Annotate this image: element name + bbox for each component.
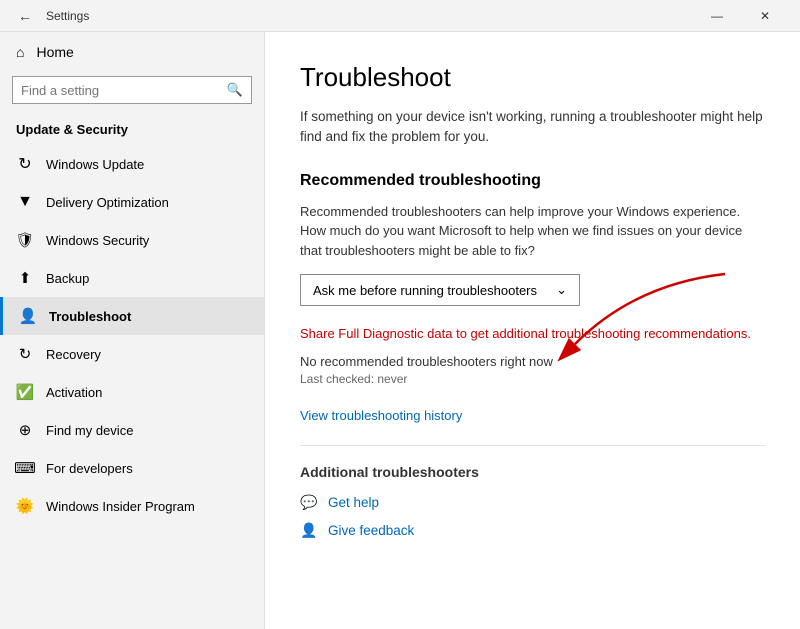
page-title: Troubleshoot <box>300 62 765 93</box>
diagnostic-data-link[interactable]: Share Full Diagnostic data to get additi… <box>300 326 751 341</box>
sidebar-item-label: Delivery Optimization <box>46 195 169 210</box>
page-description: If something on your device isn't workin… <box>300 107 765 148</box>
sidebar-item-for-developers[interactable]: ⌨ For developers <box>0 449 264 487</box>
recovery-icon: ↻ <box>16 345 34 363</box>
windows-insider-icon: 🌞 <box>16 497 34 515</box>
give-feedback-icon: 👤 <box>300 522 318 540</box>
activation-icon: ✅ <box>16 383 34 401</box>
developer-icon: ⌨ <box>16 459 34 477</box>
sidebar-item-label: Troubleshoot <box>49 309 131 324</box>
find-device-icon: ⊕ <box>16 421 34 439</box>
sidebar-item-label: Recovery <box>46 347 101 362</box>
search-icon: 🔍 <box>227 82 243 98</box>
sidebar-item-activation[interactable]: ✅ Activation <box>0 373 264 411</box>
get-help-link[interactable]: 💬 Get help <box>300 494 765 512</box>
recommended-section-title: Recommended troubleshooting <box>300 172 765 190</box>
sidebar-item-recovery[interactable]: ↻ Recovery <box>0 335 264 373</box>
sidebar-item-windows-insider[interactable]: 🌞 Windows Insider Program <box>0 487 264 525</box>
troubleshoot-icon: 👤 <box>19 307 37 325</box>
sidebar-item-label: Backup <box>46 271 89 286</box>
home-icon: ⌂ <box>16 44 24 60</box>
sidebar-item-label: Find my device <box>46 423 133 438</box>
sidebar-item-label: For developers <box>46 461 133 476</box>
sidebar-item-label: Windows Update <box>46 157 144 172</box>
view-history-link[interactable]: View troubleshooting history <box>300 408 765 423</box>
backup-icon: ⬆ <box>16 269 34 287</box>
sidebar-item-find-my-device[interactable]: ⊕ Find my device <box>0 411 264 449</box>
titlebar-title: Settings <box>46 9 89 23</box>
sidebar-item-windows-security[interactable]: 🛡 Windows Security <box>0 221 264 259</box>
windows-update-icon: ↻ <box>16 155 34 173</box>
sidebar-section-label: Update & Security <box>0 116 264 145</box>
sidebar-item-label: Windows Insider Program <box>46 499 195 514</box>
chevron-down-icon: ⌄ <box>556 282 567 298</box>
recommended-section-desc: Recommended troubleshooters can help imp… <box>300 202 765 261</box>
back-button[interactable]: ← <box>12 6 38 26</box>
search-input[interactable] <box>21 83 227 98</box>
get-help-label: Get help <box>328 495 379 510</box>
sidebar-item-label: Windows Security <box>46 233 149 248</box>
troubleshooter-dropdown[interactable]: Ask me before running troubleshooters ⌄ <box>300 274 580 306</box>
sidebar-home-label: Home <box>36 44 73 60</box>
titlebar-left: ← Settings <box>12 6 89 26</box>
additional-section-title: Additional troubleshooters <box>300 445 765 480</box>
sidebar-search-box[interactable]: 🔍 <box>12 76 252 104</box>
arrow-container: Share Full Diagnostic data to get additi… <box>300 324 765 344</box>
shield-icon: 🛡 <box>16 231 34 249</box>
troubleshooter-last-checked: Last checked: never <box>300 372 765 386</box>
titlebar: ← Settings — ✕ <box>0 0 800 32</box>
sidebar-item-label: Activation <box>46 385 102 400</box>
troubleshooter-status: No recommended troubleshooters right now <box>300 354 765 369</box>
minimize-button[interactable]: — <box>694 0 740 32</box>
close-button[interactable]: ✕ <box>742 0 788 32</box>
give-feedback-label: Give feedback <box>328 523 414 538</box>
sidebar-item-home[interactable]: ⌂ Home <box>0 32 264 72</box>
sidebar-item-troubleshoot[interactable]: 👤 Troubleshoot <box>0 297 264 335</box>
sidebar-item-backup[interactable]: ⬆ Backup <box>0 259 264 297</box>
delivery-optimization-icon: ▼ <box>16 193 34 211</box>
give-feedback-link[interactable]: 👤 Give feedback <box>300 522 765 540</box>
titlebar-controls: — ✕ <box>694 0 788 32</box>
sidebar-item-windows-update[interactable]: ↻ Windows Update <box>0 145 264 183</box>
main-content: Troubleshoot If something on your device… <box>265 32 800 629</box>
get-help-icon: 💬 <box>300 494 318 512</box>
app-body: ⌂ Home 🔍 Update & Security ↻ Windows Upd… <box>0 32 800 629</box>
sidebar-item-delivery-optimization[interactable]: ▼ Delivery Optimization <box>0 183 264 221</box>
sidebar: ⌂ Home 🔍 Update & Security ↻ Windows Upd… <box>0 32 265 629</box>
dropdown-label: Ask me before running troubleshooters <box>313 283 537 298</box>
